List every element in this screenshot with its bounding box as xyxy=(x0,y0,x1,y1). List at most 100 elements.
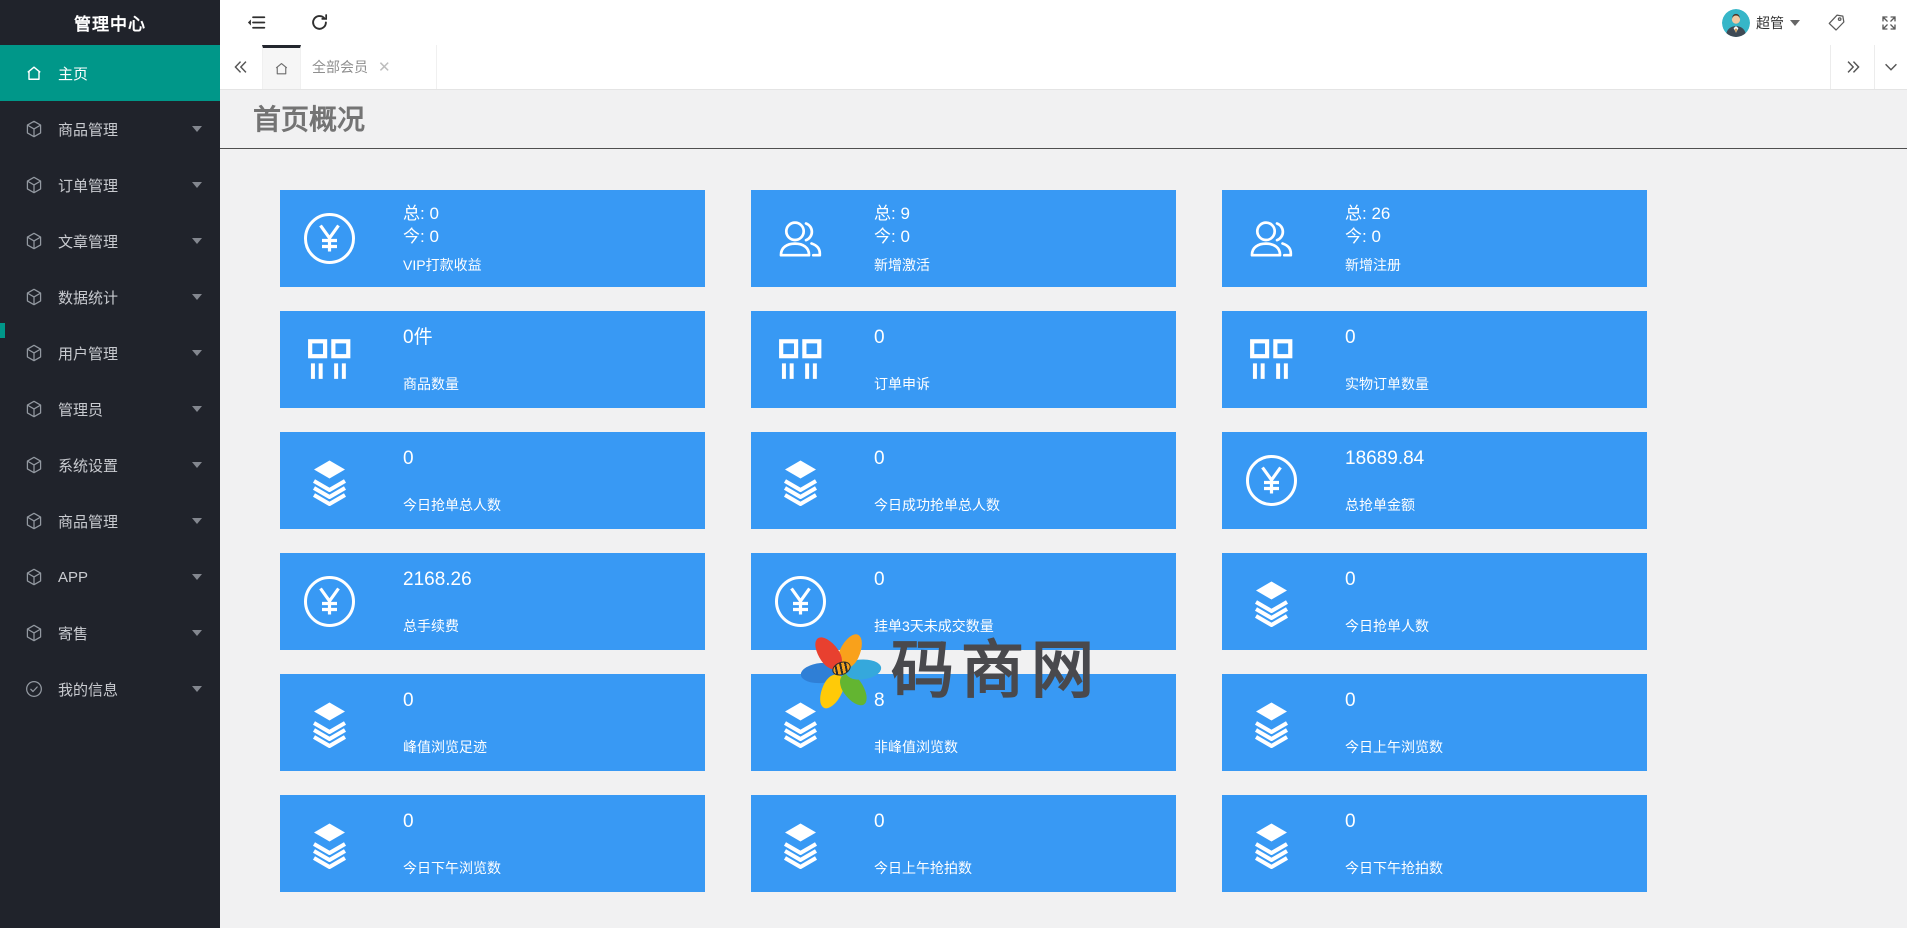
home-icon xyxy=(273,60,290,77)
stat-card-body: 0实物订单数量 xyxy=(1345,326,1429,394)
stat-card: 0订单申诉 xyxy=(751,311,1176,408)
layers-icon xyxy=(303,454,356,507)
sidebar-item[interactable]: 管理员 xyxy=(0,381,220,437)
avatar[interactable] xyxy=(1722,9,1750,37)
stat-card: 0今日成功抢单总人数 xyxy=(751,432,1176,529)
stat-card-icon-box xyxy=(1243,696,1299,749)
sidebar-item[interactable]: APP xyxy=(0,549,220,605)
stat-card-body: 0今日成功抢单总人数 xyxy=(874,447,1000,515)
sidebar-item[interactable]: 商品管理 xyxy=(0,101,220,157)
sidebar-item[interactable]: 我的信息 xyxy=(0,661,220,717)
sidebar-item[interactable]: 文章管理 xyxy=(0,213,220,269)
stat-card-icon-box xyxy=(301,333,357,386)
stat-card-body: 0今日上午抢拍数 xyxy=(874,810,972,878)
sidebar-item-label: 商品管理 xyxy=(58,511,118,532)
stat-card: 0 今日下午浏览数 xyxy=(280,795,705,892)
sidebar-item[interactable]: 系统设置 xyxy=(0,437,220,493)
sidebar-item[interactable]: 数据统计 xyxy=(0,269,220,325)
cube-icon xyxy=(24,287,44,307)
sidebar-item-label: 我的信息 xyxy=(58,679,118,700)
layers-icon xyxy=(303,817,356,870)
stat-value: 总: 0 xyxy=(403,202,482,225)
chevron-down-icon xyxy=(192,238,202,244)
cube-icon xyxy=(24,623,44,643)
shield-check-icon xyxy=(24,679,44,699)
yen-circle-icon xyxy=(774,575,827,628)
stat-card-icon-box xyxy=(772,817,828,870)
stat-card: 总: 9今: 0新增激活 xyxy=(751,190,1176,287)
tab-all-members[interactable]: 全部会员 ✕ xyxy=(301,45,437,89)
collapse-menu-icon[interactable] xyxy=(246,12,267,33)
stat-value: 2168.26 xyxy=(403,568,472,592)
user-name[interactable]: 超管 xyxy=(1756,13,1784,33)
fullscreen-icon[interactable] xyxy=(1880,14,1898,32)
stat-value: 0 xyxy=(1345,689,1443,713)
tab-home[interactable] xyxy=(262,45,301,89)
stat-card-body: 0今日下午抢拍数 xyxy=(1345,810,1443,878)
chevron-down-icon xyxy=(192,518,202,524)
tabs-scroll-left-icon[interactable] xyxy=(220,45,262,89)
cube-icon xyxy=(24,399,44,419)
refresh-icon[interactable] xyxy=(309,12,330,33)
yen-circle-icon xyxy=(1245,454,1298,507)
tag-icon[interactable] xyxy=(1826,13,1846,33)
sidebar-item[interactable]: 商品管理 xyxy=(0,493,220,549)
tabs-scroll-right-icon[interactable] xyxy=(1830,45,1874,89)
stat-value: 0 xyxy=(403,810,501,834)
stat-card-icon-box xyxy=(301,696,357,749)
stat-card-body: 0峰值浏览足迹 xyxy=(403,689,487,757)
stat-value: 今: 0 xyxy=(874,225,930,248)
topbar-right: 超管 xyxy=(1722,9,1898,37)
cube-icon xyxy=(24,175,44,195)
stat-value: 18689.84 xyxy=(1345,447,1424,471)
chevron-down-icon xyxy=(192,574,202,580)
layers-icon xyxy=(774,696,827,749)
chevron-down-icon[interactable] xyxy=(1790,20,1800,26)
stat-card-icon-box xyxy=(772,212,828,265)
users-icon xyxy=(774,212,827,265)
stat-card: 0今日上午抢拍数 xyxy=(751,795,1176,892)
sidebar-item[interactable]: 订单管理 xyxy=(0,157,220,213)
stat-card: 0 今日上午浏览数 xyxy=(1222,674,1647,771)
stat-card-body: 总: 26今: 0新增注册 xyxy=(1345,202,1401,275)
stat-label: 今日上午浏览数 xyxy=(1345,737,1443,757)
sidebar-item-label: 订单管理 xyxy=(58,175,118,196)
cube-icon xyxy=(24,511,44,531)
stat-card-body: 0件商品数量 xyxy=(403,326,459,394)
topbar: 超管 xyxy=(220,0,1907,45)
stat-card: 18689.84 总抢单金额 xyxy=(1222,432,1647,529)
sidebar: 管理中心 主页商品管理订单管理文章管理数据统计用户管理管理员系统设置商品管理AP… xyxy=(0,0,220,928)
stat-label: 商品数量 xyxy=(403,374,459,394)
chevron-down-icon xyxy=(192,406,202,412)
stat-label: 实物订单数量 xyxy=(1345,374,1429,394)
stat-label: 总抢单金额 xyxy=(1345,495,1424,515)
stat-card-body: 总: 9今: 0新增激活 xyxy=(874,202,930,275)
stat-card: 0今日抢单人数 xyxy=(1222,553,1647,650)
stat-card-body: 2168.26总手续费 xyxy=(403,568,472,636)
stat-card-body: 0 今日下午浏览数 xyxy=(403,810,501,878)
layers-icon xyxy=(774,817,827,870)
stat-label: 今日下午浏览数 xyxy=(403,858,501,878)
stat-card: 总: 0今: 0VIP打款收益 xyxy=(280,190,705,287)
sidebar-item[interactable]: 主页 xyxy=(0,45,220,101)
stat-value: 0 xyxy=(874,326,930,350)
stat-card-icon-box xyxy=(1243,575,1299,628)
sidebar-item[interactable]: 寄售 xyxy=(0,605,220,661)
cube-icon xyxy=(24,231,44,251)
tabbar: 全部会员 ✕ xyxy=(220,45,1907,90)
stat-card: 0件商品数量 xyxy=(280,311,705,408)
stat-value: 8 xyxy=(874,689,958,713)
sidebar-item-label: APP xyxy=(58,569,88,586)
stat-card-icon-box xyxy=(1243,333,1299,386)
stat-label: 今日下午抢拍数 xyxy=(1345,858,1443,878)
tabs-menu-icon[interactable] xyxy=(1874,45,1907,89)
close-icon[interactable]: ✕ xyxy=(378,60,391,75)
sidebar-item-label: 管理员 xyxy=(58,399,103,420)
sidebar-item[interactable]: 用户管理 xyxy=(0,325,220,381)
stat-value: 0 xyxy=(403,447,501,471)
stat-value: 0件 xyxy=(403,326,459,350)
admin-dashboard: 管理中心 主页商品管理订单管理文章管理数据统计用户管理管理员系统设置商品管理AP… xyxy=(0,0,1907,928)
stat-label: VIP打款收益 xyxy=(403,255,482,275)
stat-card-icon-box xyxy=(772,696,828,749)
stat-label: 新增激活 xyxy=(874,255,930,275)
